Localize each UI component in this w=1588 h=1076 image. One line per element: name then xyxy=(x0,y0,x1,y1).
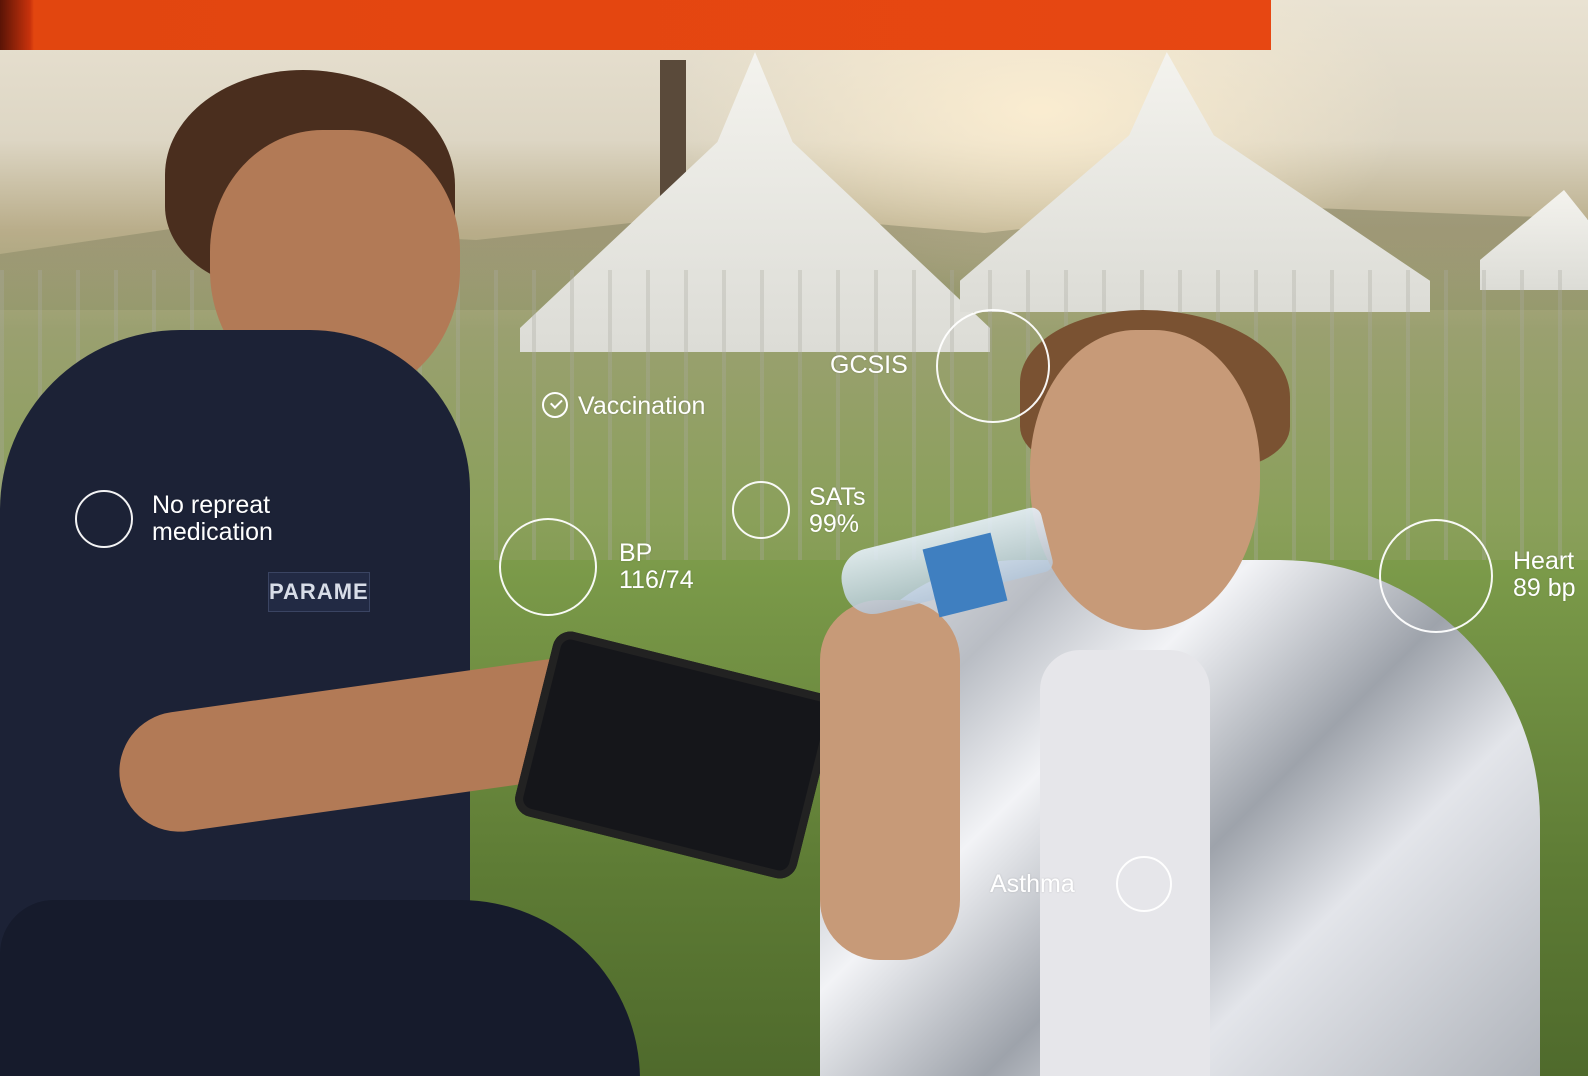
bp-label: BP xyxy=(619,539,653,567)
sats-label: SATs xyxy=(809,483,866,511)
asthma-label: Asthma xyxy=(990,870,1075,898)
vaccination-label: Vaccination xyxy=(578,392,706,420)
check-circle-icon xyxy=(542,392,568,418)
bp-value: 116/74 xyxy=(619,566,694,594)
gcsis-ring xyxy=(936,309,1050,423)
photo-scene: PARAMEDIC No repreat medication Vaccinat… xyxy=(0,0,1588,1076)
heart-label: Heart xyxy=(1513,547,1575,575)
bp-ring xyxy=(499,518,597,616)
health-data-overlay: No repreat medication Vaccination GCSIS … xyxy=(0,0,1588,1076)
asthma-ring xyxy=(1116,856,1172,912)
gcsis-label: GCSIS xyxy=(830,351,908,379)
heart-ring xyxy=(1379,519,1493,633)
heart-value: 89 bp xyxy=(1513,574,1576,602)
no-repeat-medication-label: No repreat medication xyxy=(152,491,273,546)
sats-ring xyxy=(732,481,790,539)
sats-value: 99% xyxy=(809,510,860,538)
no-repeat-medication-ring xyxy=(75,490,133,548)
